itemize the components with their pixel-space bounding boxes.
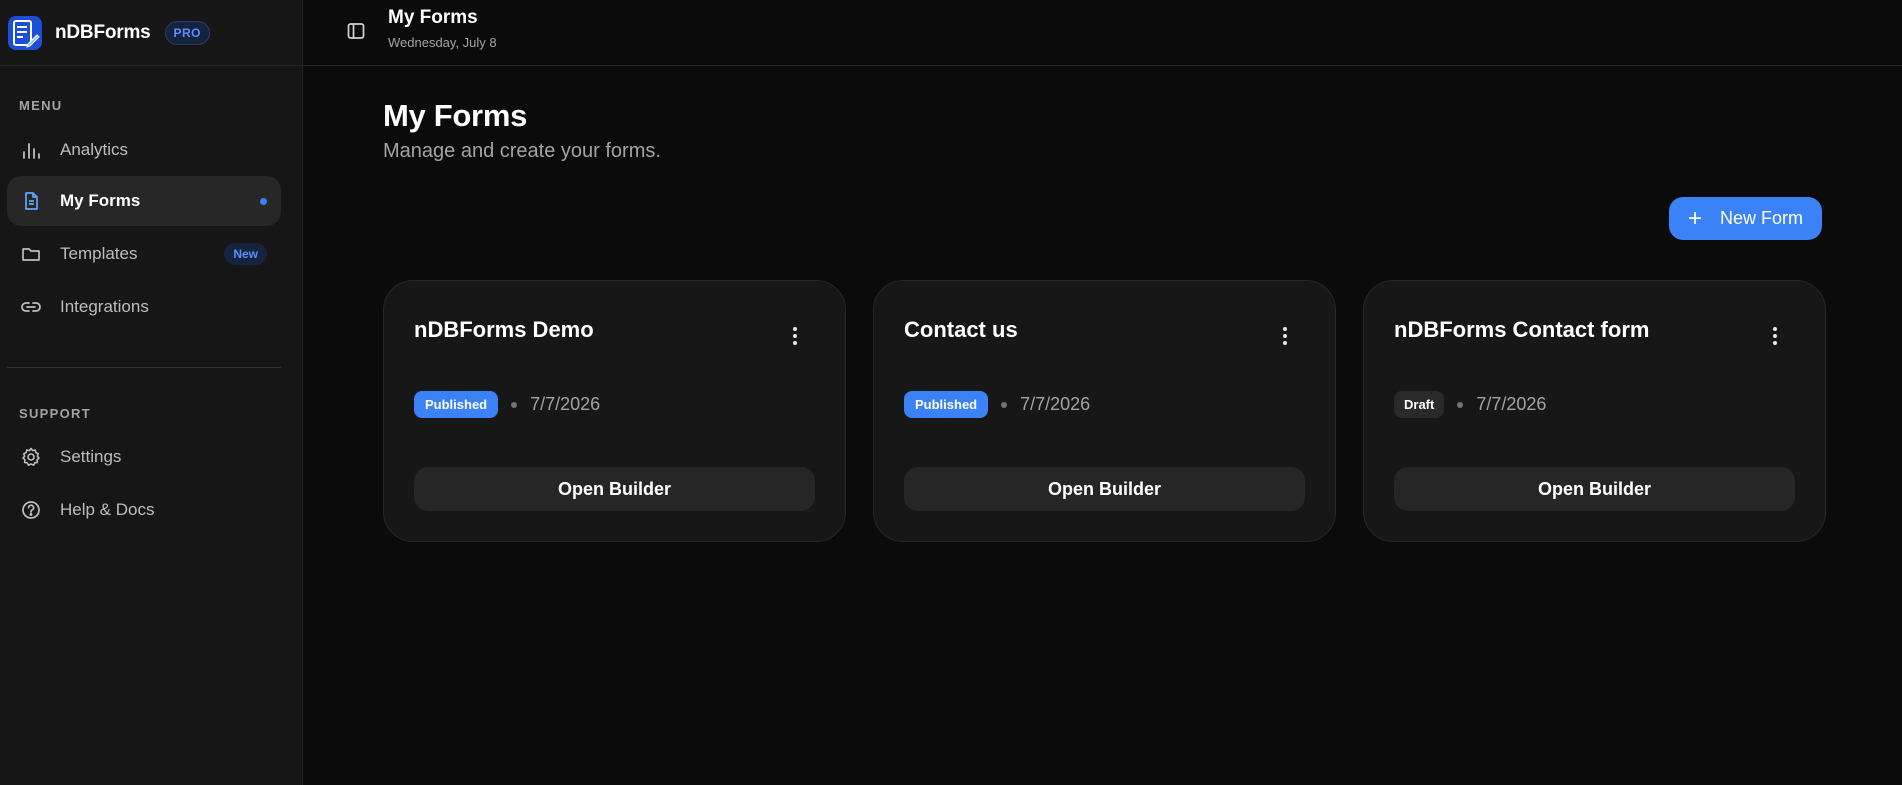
- form-date: 7/7/2026: [1020, 394, 1091, 414]
- more-options-icon[interactable]: [1275, 323, 1295, 349]
- sidebar-item-label: Settings: [60, 447, 122, 466]
- sidebar-item-settings[interactable]: Settings: [7, 432, 281, 482]
- sidebar-divider: [7, 367, 281, 368]
- help-circle-icon: [19, 498, 43, 522]
- sidebar-toggle-icon: [346, 21, 366, 46]
- menu-section-label: MENU: [19, 98, 63, 113]
- sidebar-item-integrations[interactable]: Integrations: [7, 282, 281, 332]
- topbar-title: My Forms: [388, 7, 478, 28]
- sidebar-item-my-forms[interactable]: My Forms: [7, 176, 281, 226]
- topbar-date: Wednesday, July 8: [388, 35, 497, 50]
- status-badge: Published: [904, 391, 989, 418]
- sidebar-item-label: My Forms: [60, 191, 141, 210]
- more-options-icon[interactable]: [785, 323, 805, 349]
- document-icon: [19, 189, 43, 213]
- topbar: My Forms Wednesday, July 8: [303, 0, 1902, 66]
- support-section-label: SUPPORT: [19, 406, 91, 421]
- form-date: 7/7/2026: [1476, 394, 1547, 414]
- app-window: nDBForms PRO MENU Analytics My Forms Tem…: [0, 0, 1902, 785]
- main-content: My Forms Wednesday, July 8 My Forms Mana…: [303, 0, 1902, 785]
- separator-dot: [511, 401, 518, 408]
- open-builder-button[interactable]: Open Builder: [414, 467, 815, 511]
- status-badge: Published: [414, 391, 499, 418]
- brand-header: nDBForms PRO: [0, 0, 302, 66]
- sidebar-item-help-docs[interactable]: Help & Docs: [7, 485, 281, 535]
- form-date: 7/7/2026: [530, 394, 601, 414]
- open-builder-button[interactable]: Open Builder: [1394, 467, 1795, 511]
- brand-name: nDBForms: [55, 21, 151, 43]
- bar-chart-icon: [19, 138, 43, 162]
- new-form-button[interactable]: + New Form: [1669, 197, 1822, 240]
- page-title: My Forms: [383, 98, 528, 133]
- status-badge: Draft: [1394, 391, 1445, 418]
- sidebar-item-label: Templates: [60, 244, 138, 263]
- new-badge: New: [224, 243, 267, 265]
- active-indicator: [260, 197, 267, 205]
- folder-icon: [19, 242, 43, 266]
- form-card: Contact us Published 7/7/2026 Open Build…: [873, 280, 1336, 542]
- form-card: nDBForms Demo Published 7/7/2026 Open Bu…: [383, 280, 846, 542]
- form-card: nDBForms Contact form Draft 7/7/2026 Ope…: [1363, 280, 1826, 542]
- form-card-title: nDBForms Demo: [414, 317, 594, 342]
- pro-badge: PRO: [164, 20, 211, 45]
- form-card-title: Contact us: [904, 317, 1018, 342]
- separator-dot: [1001, 401, 1008, 408]
- form-card-title: nDBForms Contact form: [1394, 317, 1650, 342]
- sidebar-item-label: Integrations: [60, 297, 149, 316]
- sidebar-item-label: Help & Docs: [60, 500, 155, 519]
- open-builder-button[interactable]: Open Builder: [904, 467, 1305, 511]
- logo-icon[interactable]: [6, 14, 44, 52]
- gear-icon: [19, 445, 43, 469]
- form-card-meta: Published 7/7/2026: [904, 391, 1090, 418]
- sidebar-item-analytics[interactable]: Analytics: [7, 125, 281, 175]
- sidebar-item-label: Analytics: [60, 140, 129, 159]
- more-options-icon[interactable]: [1765, 323, 1785, 349]
- link-icon: [19, 295, 43, 319]
- separator-dot: [1457, 401, 1464, 408]
- page-subtitle: Manage and create your forms.: [383, 140, 661, 162]
- new-form-label: New Form: [1720, 208, 1804, 228]
- sidebar-toggle-button[interactable]: [340, 17, 372, 49]
- form-card-meta: Published 7/7/2026: [414, 391, 600, 418]
- sidebar: nDBForms PRO MENU Analytics My Forms Tem…: [0, 0, 303, 785]
- form-card-meta: Draft 7/7/2026: [1394, 391, 1546, 418]
- plus-icon: +: [1687, 204, 1702, 232]
- sidebar-item-templates[interactable]: Templates New: [7, 229, 281, 279]
